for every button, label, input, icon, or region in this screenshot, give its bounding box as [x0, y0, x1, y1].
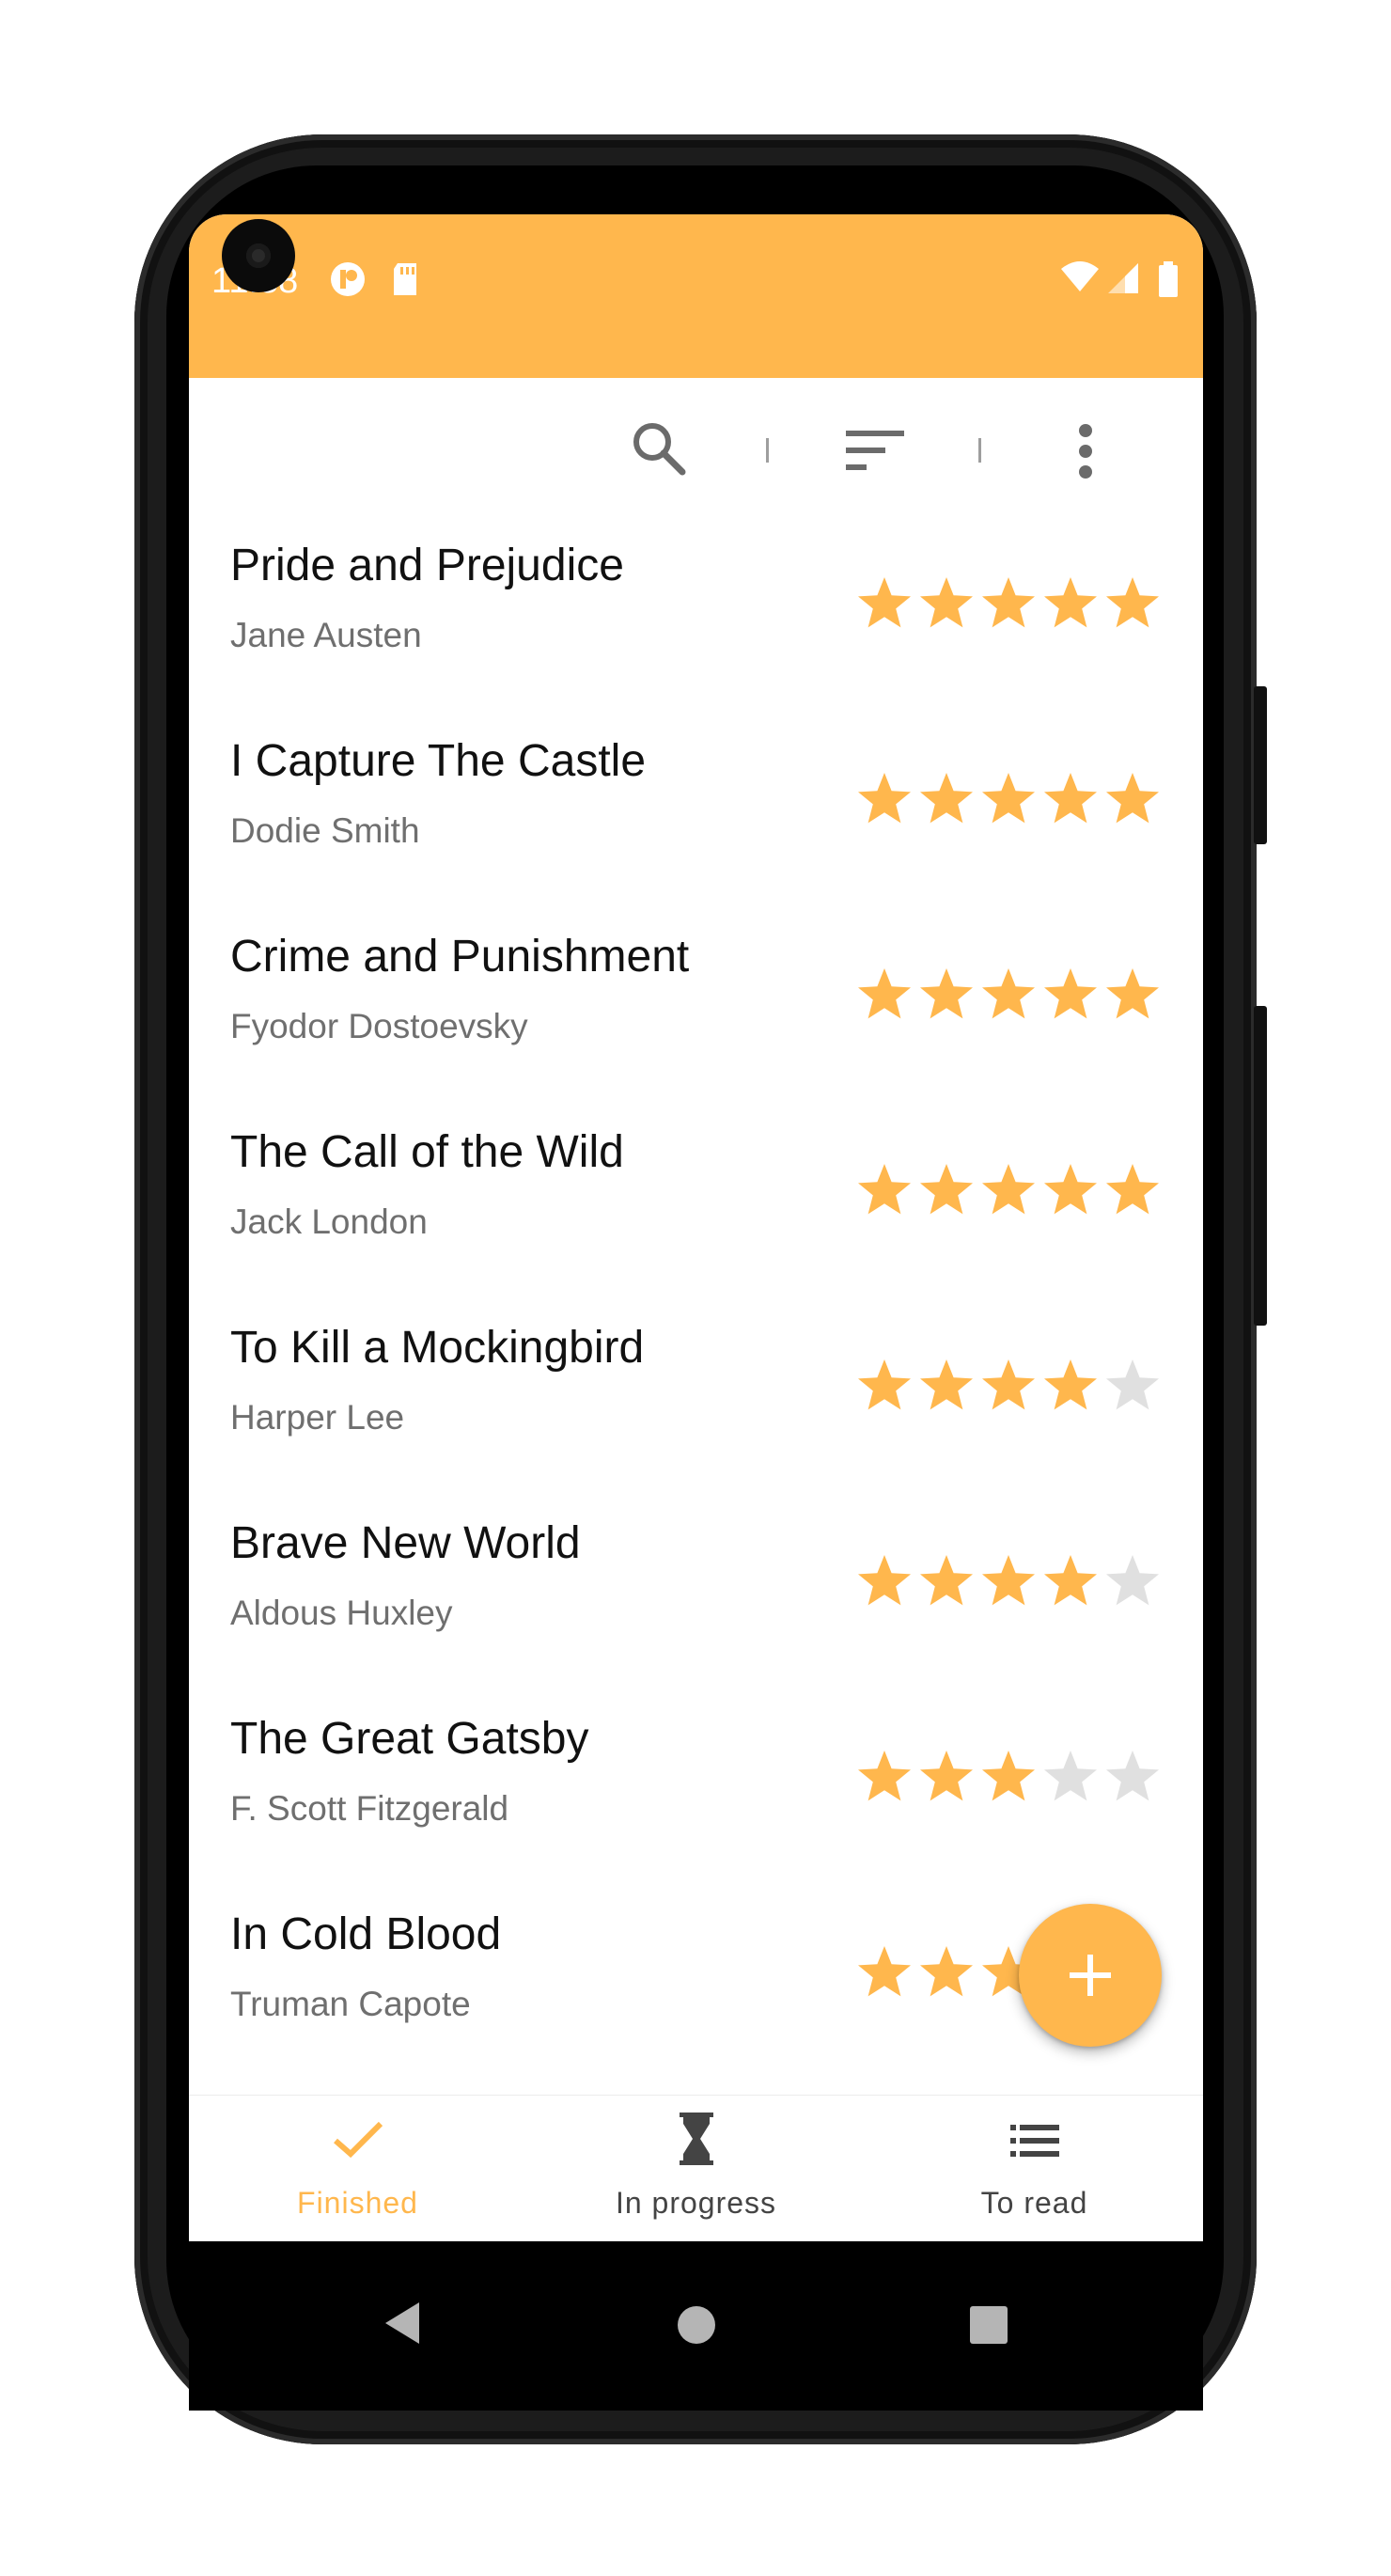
toolbar-divider — [766, 438, 769, 463]
book-author: Jack London — [230, 1202, 428, 1241]
signal-icon — [1106, 259, 1140, 302]
battery-icon — [1157, 259, 1180, 304]
star-empty-icon — [1106, 1555, 1159, 1606]
book-author: Harper Lee — [230, 1398, 405, 1437]
book-author: Dodie Smith — [230, 811, 420, 850]
star-filled-icon — [920, 577, 973, 628]
star-filled-icon — [1044, 577, 1097, 628]
star-filled-icon — [1044, 773, 1097, 824]
home-icon[interactable] — [677, 2305, 716, 2349]
power-button — [1254, 686, 1267, 844]
star-filled-icon — [1044, 968, 1097, 1019]
nav-to-read-label: To read — [980, 2186, 1088, 2220]
star-filled-icon — [1106, 968, 1159, 1019]
star-filled-icon — [858, 1555, 911, 1606]
star-filled-icon — [1106, 1164, 1159, 1215]
star-filled-icon — [982, 1751, 1035, 1801]
star-filled-icon — [858, 1946, 911, 1997]
hourglass-icon — [676, 2111, 717, 2172]
recents-icon[interactable] — [969, 2305, 1008, 2349]
sort-icon[interactable] — [844, 429, 906, 477]
book-title: The Call of the Wild — [230, 1127, 624, 1177]
book-row[interactable]: The Call of the Wild Jack London — [189, 1106, 1203, 1301]
star-empty-icon — [1044, 1751, 1097, 1801]
star-filled-icon — [982, 1164, 1035, 1215]
star-filled-icon — [982, 577, 1035, 628]
book-title: Crime and Punishment — [230, 932, 690, 982]
book-title: Brave New World — [230, 1518, 581, 1568]
bottom-navigation: Finished In progress To read — [189, 2095, 1203, 2241]
nav-to-read[interactable]: To read — [866, 2096, 1203, 2241]
status-bar: 11:38 — [189, 214, 1203, 378]
book-title: In Cold Blood — [230, 1909, 502, 1959]
nav-finished-label: Finished — [297, 2186, 418, 2220]
star-filled-icon — [858, 577, 911, 628]
star-filled-icon — [858, 773, 911, 824]
check-icon — [330, 2116, 386, 2168]
book-author: Jane Austen — [230, 616, 422, 654]
sd-card-icon — [390, 259, 420, 304]
star-filled-icon — [920, 1164, 973, 1215]
book-author: Fyodor Dostoevsky — [230, 1007, 528, 1045]
book-title: To Kill a Mockingbird — [230, 1323, 645, 1373]
star-filled-icon — [920, 1359, 973, 1410]
book-author: Aldous Huxley — [230, 1594, 453, 1632]
book-author: Truman Capote — [230, 1985, 471, 2023]
front-camera — [222, 219, 295, 292]
book-row[interactable]: Crime and Punishment Fyodor Dostoevsky — [189, 910, 1203, 1106]
star-filled-icon — [920, 968, 973, 1019]
book-row[interactable]: To Kill a Mockingbird Harper Lee — [189, 1301, 1203, 1497]
app-notification-icon — [328, 259, 367, 304]
star-filled-icon — [982, 968, 1035, 1019]
more-vert-icon[interactable] — [1076, 423, 1095, 484]
book-row[interactable]: The Great Gatsby F. Scott Fitzgerald — [189, 1692, 1203, 1888]
add-book-button[interactable] — [1019, 1904, 1162, 2047]
star-filled-icon — [920, 773, 973, 824]
book-title: Pride and Prejudice — [230, 541, 624, 590]
nav-finished[interactable]: Finished — [189, 2096, 526, 2241]
wifi-icon — [1059, 259, 1101, 302]
star-filled-icon — [1106, 773, 1159, 824]
search-icon[interactable] — [628, 417, 690, 484]
toolbar-divider — [978, 438, 981, 463]
book-row[interactable]: I Capture The Castle Dodie Smith — [189, 715, 1203, 910]
star-filled-icon — [920, 1751, 973, 1801]
nav-in-progress-label: In progress — [615, 2186, 777, 2220]
nav-in-progress[interactable]: In progress — [527, 2096, 865, 2241]
volume-button — [1254, 1006, 1267, 1326]
star-filled-icon — [982, 1359, 1035, 1410]
star-filled-icon — [858, 1751, 911, 1801]
system-nav-bar — [189, 2241, 1203, 2411]
book-title: I Capture The Castle — [230, 736, 647, 786]
app-screen: 11:38 — [189, 214, 1203, 2241]
star-filled-icon — [858, 1359, 911, 1410]
list-icon — [1008, 2122, 1061, 2164]
book-row[interactable]: Pride and Prejudice Jane Austen — [189, 519, 1203, 715]
book-row[interactable]: Brave New World Aldous Huxley — [189, 1497, 1203, 1692]
star-filled-icon — [1044, 1359, 1097, 1410]
star-filled-icon — [920, 1555, 973, 1606]
star-filled-icon — [858, 968, 911, 1019]
star-filled-icon — [1044, 1164, 1097, 1215]
star-empty-icon — [1106, 1751, 1159, 1801]
book-title: The Great Gatsby — [230, 1714, 589, 1764]
app-toolbar — [189, 378, 1203, 519]
add-icon — [1070, 1955, 1111, 1996]
star-filled-icon — [982, 773, 1035, 824]
star-filled-icon — [920, 1946, 973, 1997]
star-filled-icon — [858, 1164, 911, 1215]
back-icon[interactable] — [383, 2301, 421, 2350]
book-author: F. Scott Fitzgerald — [230, 1789, 509, 1828]
star-filled-icon — [982, 1555, 1035, 1606]
star-empty-icon — [1106, 1359, 1159, 1410]
star-filled-icon — [1044, 1555, 1097, 1606]
star-filled-icon — [1106, 577, 1159, 628]
